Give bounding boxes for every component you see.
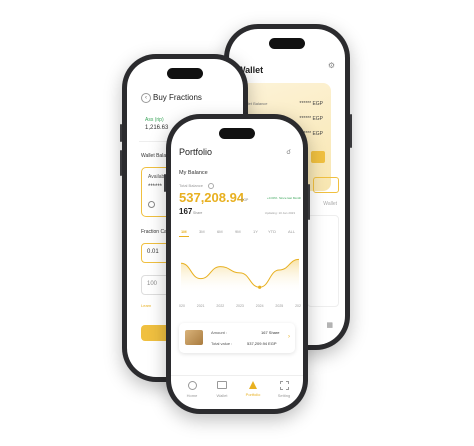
portfolio-screen: Portfolio ☌ My Balance Total Balance 537… — [171, 119, 303, 409]
balance-currency: EGP — [241, 198, 249, 202]
side-button — [120, 150, 122, 176]
dynamic-island — [219, 128, 255, 139]
nav-label: Wallet — [216, 393, 228, 398]
amount-input-value: 100 — [147, 281, 158, 287]
tab-1y[interactable]: 1Y — [253, 229, 258, 234]
x-tick-label: 2022 — [216, 304, 224, 308]
tab-all[interactable]: ALL — [288, 229, 295, 234]
shares-unit: Share — [193, 211, 203, 215]
balance-sublabel: Total Balance — [179, 183, 204, 188]
balance-value: 537,208.94 — [179, 190, 245, 205]
wallet-side-label: Wallet — [323, 201, 337, 207]
bottom-nav: Home Wallet Portfolio Setting — [171, 375, 303, 409]
asset-value: 1,216.63 — [145, 125, 169, 131]
phone-portfolio: Portfolio ☌ My Balance Total Balance 537… — [164, 114, 310, 414]
wallet-icon — [217, 381, 227, 389]
page-title: Portfolio — [179, 147, 213, 157]
side-button — [350, 114, 352, 148]
amount-value: 167 Share — [261, 330, 280, 335]
wallet-panel — [307, 215, 339, 307]
active-tab-underline — [179, 236, 189, 237]
nav-label: Home — [186, 393, 198, 398]
fraction-input-value: 0.01 — [147, 249, 159, 255]
portfolio-icon — [249, 381, 257, 389]
tab-3m[interactable]: 3M — [199, 229, 205, 234]
buy-title: Buy Fractions — [153, 93, 202, 102]
tab-9m[interactable]: 9M — [235, 229, 241, 234]
total-value: 537,209.94 EGP — [247, 341, 277, 346]
nav-setting[interactable]: Setting — [273, 381, 295, 398]
wallet-masked-value: ****** EGP — [299, 101, 323, 107]
learn-link[interactable]: Learn — [141, 303, 151, 308]
wallet-action-button[interactable] — [313, 177, 339, 193]
x-tick-label: 2024 — [256, 304, 264, 308]
balance-chart: 2020 2021 2022 2023 2024 2025 2026 — [179, 258, 301, 308]
x-tick-label: 2025 — [275, 304, 283, 308]
info-icon — [148, 201, 155, 208]
setting-icon — [279, 381, 289, 390]
wallet-masked-value: ****** EGP — [299, 116, 323, 122]
wallet-card-badge — [311, 151, 325, 163]
chevron-left-icon[interactable]: ‹ — [141, 93, 151, 103]
change-value: +0.00% — [267, 196, 278, 200]
tab-1m[interactable]: 1M — [181, 229, 187, 234]
asset-label: Ass (rip) — [145, 117, 164, 123]
masked-balance: ****** — [148, 184, 163, 190]
grid-icon[interactable]: ▦ — [326, 321, 333, 329]
chart-point — [258, 285, 262, 289]
dynamic-island — [167, 68, 203, 79]
nav-label: Setting — [277, 393, 291, 398]
x-tick-label: 2020 — [179, 304, 185, 308]
change-period: Since last Month — [279, 196, 302, 200]
info-icon — [208, 183, 214, 189]
nav-home[interactable]: Home — [181, 381, 203, 398]
side-button — [308, 184, 310, 220]
dynamic-island — [269, 38, 305, 49]
x-tick-label: 2023 — [236, 304, 244, 308]
holding-image — [185, 330, 203, 345]
x-tick-label: 2026 — [295, 304, 301, 308]
tab-6m[interactable]: 6M — [217, 229, 223, 234]
chart-area — [181, 259, 299, 293]
gear-icon[interactable]: ⚙ — [328, 61, 335, 70]
chevron-right-icon: › — [288, 334, 290, 340]
nav-portfolio[interactable]: Portfolio — [241, 381, 265, 397]
side-button — [164, 174, 166, 192]
amount-label: Amount : — [211, 330, 228, 335]
tab-ytd[interactable]: YTD — [268, 229, 276, 234]
period-tabs: 1M 3M 6M 9M 1Y YTD ALL — [175, 227, 299, 239]
updated-text: Updating: 10 Jan 2023 — [264, 211, 295, 215]
bell-icon[interactable]: ☌ — [286, 148, 291, 156]
balance-label: My Balance — [179, 170, 208, 176]
x-tick-label: 2021 — [197, 304, 205, 308]
total-label: Total value : — [211, 341, 233, 346]
nav-wallet[interactable]: Wallet — [211, 381, 233, 398]
holding-card[interactable]: Amount : 167 Share Total value : 537,209… — [179, 323, 295, 353]
shares-count: 167 — [179, 207, 193, 216]
side-button — [120, 124, 122, 142]
nav-label: Portfolio — [245, 392, 261, 397]
home-icon — [187, 381, 197, 390]
